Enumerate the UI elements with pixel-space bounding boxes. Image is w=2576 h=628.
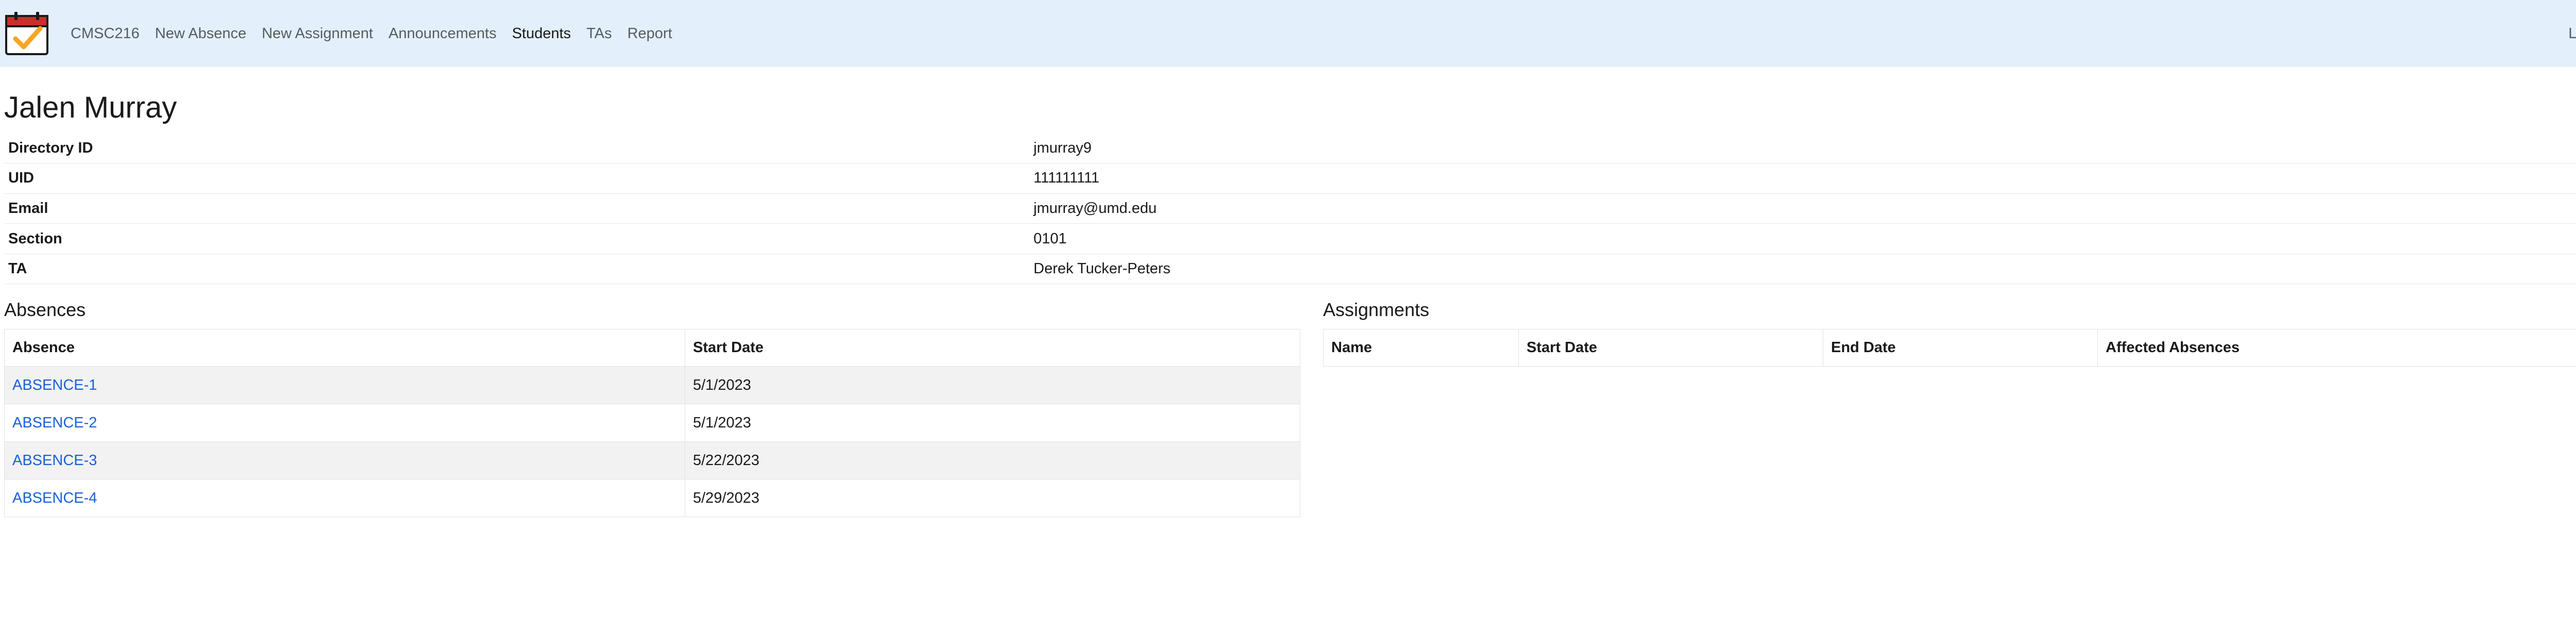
logout-link[interactable]: Logout bbox=[2568, 0, 2576, 67]
absence-link[interactable]: ABSENCE-1 bbox=[12, 377, 97, 393]
nav-report-link[interactable]: Report bbox=[628, 25, 672, 42]
column-header: End Date bbox=[1823, 329, 2098, 367]
start-date-cell: 5/1/2023 bbox=[685, 404, 1300, 442]
info-row-uid: UID 111111111 bbox=[4, 163, 2576, 194]
column-header: Start Date bbox=[1518, 329, 1823, 367]
table-row: ABSENCE-3 5/22/2023 bbox=[4, 441, 1300, 480]
info-label: UID bbox=[4, 163, 1029, 194]
start-date-cell: 5/1/2023 bbox=[685, 366, 1300, 404]
info-value: jmurray@umd.edu bbox=[1029, 193, 2576, 224]
info-row-email: Email jmurray@umd.edu bbox=[4, 193, 2576, 224]
assignments-heading: Assignments bbox=[1323, 299, 1430, 320]
info-row-directory-id: Directory ID jmurray9 bbox=[4, 133, 2576, 164]
absence-link[interactable]: ABSENCE-4 bbox=[12, 490, 97, 506]
column-header: Start Date bbox=[685, 329, 1300, 367]
column-header: Absence bbox=[4, 329, 685, 367]
nav-announcements-link[interactable]: Announcements bbox=[388, 25, 497, 42]
info-row-ta: TA Derek Tucker-Peters bbox=[4, 254, 2576, 285]
column-header: Affected Absences bbox=[2097, 329, 2576, 367]
info-label: TA bbox=[4, 254, 1029, 285]
column-header: Name bbox=[1323, 329, 1519, 367]
page-title: Jalen Murray bbox=[4, 91, 177, 124]
nav-links: CMSC216 New Absence New Assignment Annou… bbox=[71, 0, 688, 67]
info-value: 0101 bbox=[1029, 223, 2576, 254]
table-header-row: Name Start Date End Date Affected Absenc… bbox=[1323, 329, 2576, 367]
calendar-check-icon[interactable] bbox=[4, 11, 49, 56]
info-label: Directory ID bbox=[4, 133, 1029, 164]
assignments-table: Name Start Date End Date Affected Absenc… bbox=[1323, 329, 2576, 367]
info-value: Derek Tucker-Peters bbox=[1029, 254, 2576, 285]
info-label: Section bbox=[4, 223, 1029, 254]
table-row: ABSENCE-1 5/1/2023 bbox=[4, 366, 1300, 404]
info-value: 111111111 bbox=[1029, 163, 2576, 194]
nav-new-absence-link[interactable]: New Absence bbox=[155, 25, 246, 42]
start-date-cell: 5/29/2023 bbox=[685, 479, 1300, 517]
absence-cell: ABSENCE-4 bbox=[4, 479, 685, 517]
navbar: CMSC216 New Absence New Assignment Annou… bbox=[0, 0, 2576, 67]
nav-tas-link[interactable]: TAs bbox=[586, 25, 612, 42]
info-value: jmurray9 bbox=[1029, 133, 2576, 164]
student-info-table: Directory ID jmurray9 UID 111111111 Emai… bbox=[4, 133, 2576, 285]
table-header-row: Absence Start Date bbox=[4, 329, 1300, 367]
start-date-cell: 5/22/2023 bbox=[685, 441, 1300, 480]
absence-cell: ABSENCE-3 bbox=[4, 441, 685, 480]
nav-students-link[interactable]: Students bbox=[512, 25, 571, 42]
absence-cell: ABSENCE-1 bbox=[4, 366, 685, 404]
nav-brand-link[interactable]: CMSC216 bbox=[71, 25, 140, 42]
nav-new-assignment-link[interactable]: New Assignment bbox=[262, 25, 373, 42]
absences-table: Absence Start Date ABSENCE-1 5/1/2023 AB… bbox=[4, 329, 1300, 517]
absence-cell: ABSENCE-2 bbox=[4, 404, 685, 442]
info-row-section: Section 0101 bbox=[4, 223, 2576, 254]
table-row: ABSENCE-2 5/1/2023 bbox=[4, 404, 1300, 442]
info-label: Email bbox=[4, 193, 1029, 224]
absence-link[interactable]: ABSENCE-3 bbox=[12, 452, 97, 469]
table-row: ABSENCE-4 5/29/2023 bbox=[4, 479, 1300, 517]
absences-heading: Absences bbox=[4, 299, 86, 320]
absence-link[interactable]: ABSENCE-2 bbox=[12, 415, 97, 431]
